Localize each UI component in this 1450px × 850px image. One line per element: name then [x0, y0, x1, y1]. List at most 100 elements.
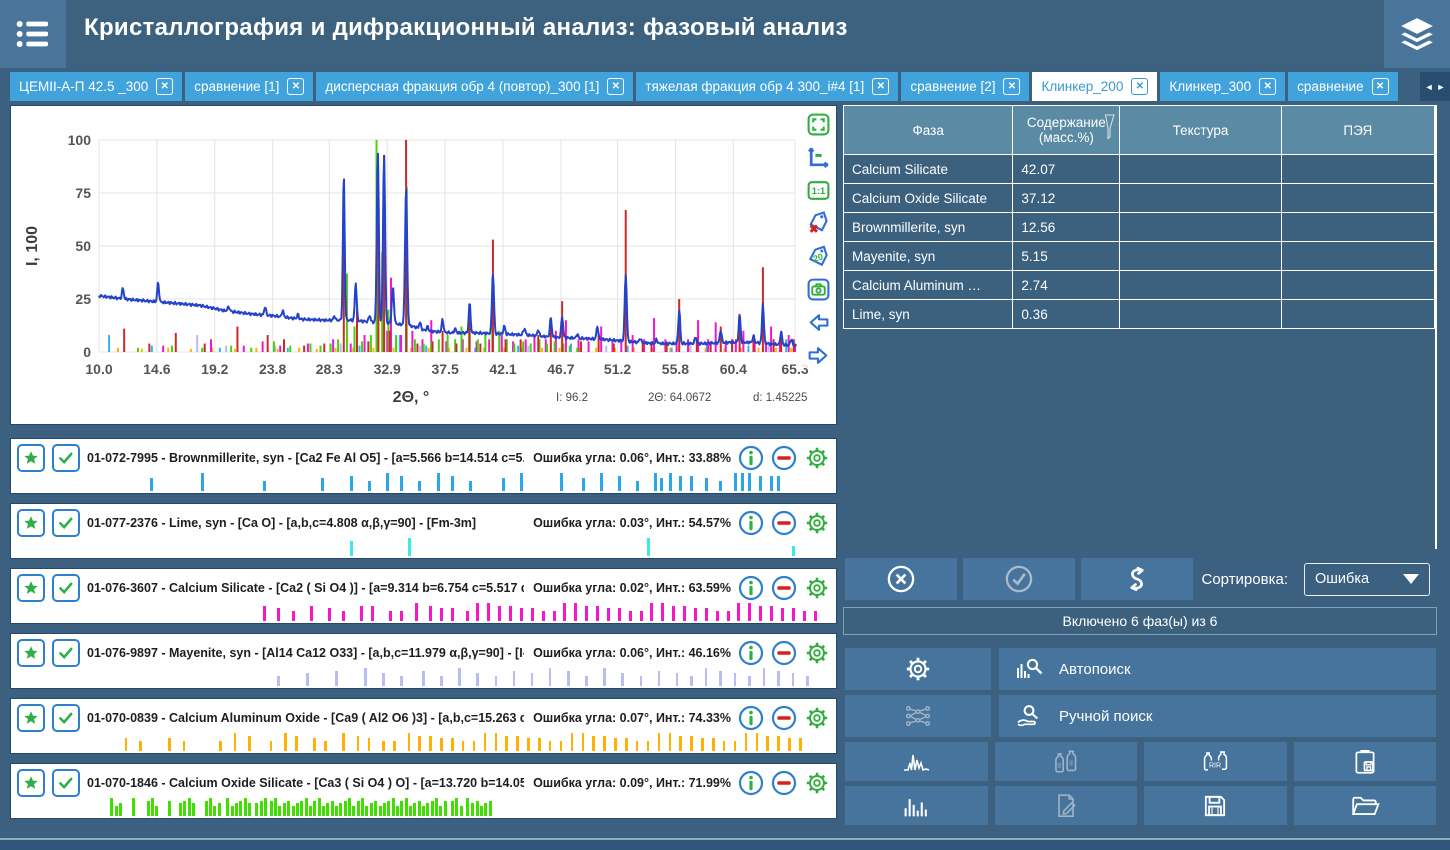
content-cell[interactable]: 12.56	[1013, 213, 1120, 242]
disable-all-phases-button[interactable]	[845, 558, 957, 600]
phase-settings-button[interactable]	[804, 510, 830, 536]
rir-analysis-button[interactable]: RIR	[1144, 742, 1287, 781]
phase-exclude-button[interactable]	[771, 640, 797, 666]
edit-report-button[interactable]	[995, 786, 1138, 825]
tab-close-icon[interactable]: ✕	[1131, 78, 1148, 95]
phase-favorite-button[interactable]	[17, 574, 45, 602]
texture-cell[interactable]	[1120, 213, 1281, 242]
phase-exclude-button[interactable]	[771, 510, 797, 536]
manual-search-button[interactable]: Ручной поиск	[999, 695, 1436, 737]
enable-all-phases-button[interactable]	[963, 558, 1075, 600]
column-header-4[interactable]: ПЭЯ	[1281, 106, 1434, 155]
quantitative-analysis-button[interactable]: gg	[995, 742, 1138, 781]
tab-close-icon[interactable]: ✕	[607, 78, 624, 95]
arrow-left-button[interactable]	[805, 309, 831, 335]
phase-name-cell[interactable]: Brownmillerite, syn	[844, 213, 1013, 242]
texture-cell[interactable]	[1120, 271, 1281, 300]
tag-20-button[interactable]: 20	[805, 243, 831, 269]
phase-name-cell[interactable]: Mayenite, syn	[844, 242, 1013, 271]
phase-info-button[interactable]	[738, 705, 764, 731]
arrow-right-button[interactable]	[805, 342, 831, 368]
fit-screen-button[interactable]	[805, 111, 831, 137]
texture-cell[interactable]	[1120, 155, 1281, 184]
sort-select[interactable]: Ошибка	[1304, 563, 1430, 596]
invert-phases-button[interactable]	[1081, 558, 1193, 600]
camera-button[interactable]	[805, 276, 831, 302]
phase-favorite-button[interactable]	[17, 509, 45, 537]
content-cell[interactable]: 5.15	[1013, 242, 1120, 271]
phase-settings-button[interactable]	[804, 705, 830, 731]
phase-enabled-checkbox[interactable]	[52, 444, 80, 472]
tab-5[interactable]: сравнение [2]✕	[901, 72, 1029, 101]
unit-cell-cell[interactable]	[1281, 213, 1434, 242]
column-header-1[interactable]: Фаза	[844, 106, 1013, 155]
phase-info-button[interactable]	[738, 770, 764, 796]
tag-remove-button[interactable]	[805, 210, 831, 236]
autosearch-button[interactable]: Автопоиск	[999, 648, 1436, 690]
phase-exclude-button[interactable]	[771, 575, 797, 601]
phase-info-button[interactable]	[738, 510, 764, 536]
phase-favorite-button[interactable]	[17, 639, 45, 667]
open-button[interactable]	[1294, 786, 1437, 825]
content-cell[interactable]: 42.07	[1013, 155, 1120, 184]
tab-3[interactable]: дисперсная фракция обр 4 (повтор)_300 [1…	[316, 72, 633, 101]
content-cell[interactable]: 37.12	[1013, 184, 1120, 213]
phase-settings-button[interactable]	[804, 445, 830, 471]
phase-name-cell[interactable]: Calcium Oxide Silicate	[844, 184, 1013, 213]
copy-report-button[interactable]	[1294, 742, 1437, 781]
layers-button[interactable]	[1384, 0, 1450, 68]
texture-cell[interactable]	[1120, 184, 1281, 213]
phase-info-button[interactable]	[738, 575, 764, 601]
texture-cell[interactable]	[1120, 242, 1281, 271]
tab-close-icon[interactable]: ✕	[1259, 78, 1276, 95]
column-header-3[interactable]: Текстура	[1120, 106, 1281, 155]
tab-close-icon[interactable]: ✕	[1003, 78, 1020, 95]
tab-close-icon[interactable]: ✕	[1372, 78, 1389, 95]
content-cell[interactable]: 2.74	[1013, 271, 1120, 300]
phase-settings-button[interactable]	[804, 770, 830, 796]
tab-scroll-right-icon[interactable]: ►	[1437, 82, 1446, 92]
unit-cell-cell[interactable]	[1281, 184, 1434, 213]
unit-cell-cell[interactable]	[1281, 242, 1434, 271]
phase-info-button[interactable]	[738, 445, 764, 471]
neural-search-button[interactable]	[845, 695, 991, 737]
tab-8[interactable]: сравнение✕	[1288, 72, 1397, 101]
one-to-one-button[interactable]: 1:1	[805, 177, 831, 203]
phase-exclude-button[interactable]	[771, 445, 797, 471]
axes-button[interactable]	[805, 144, 831, 170]
phase-name-cell[interactable]: Calcium Aluminum …	[844, 271, 1013, 300]
phase-exclude-button[interactable]	[771, 705, 797, 731]
phase-exclude-button[interactable]	[771, 770, 797, 796]
phase-enabled-checkbox[interactable]	[52, 704, 80, 732]
texture-cell[interactable]	[1120, 300, 1281, 329]
unit-cell-cell[interactable]	[1281, 300, 1434, 329]
tab-6-active[interactable]: Клинкер_200✕	[1032, 72, 1157, 101]
phase-enabled-checkbox[interactable]	[52, 574, 80, 602]
tab-close-icon[interactable]: ✕	[872, 78, 889, 95]
phase-enabled-checkbox[interactable]	[52, 509, 80, 537]
phase-enabled-checkbox[interactable]	[52, 769, 80, 797]
phase-favorite-button[interactable]	[17, 769, 45, 797]
unit-cell-cell[interactable]	[1281, 155, 1434, 184]
column-header-2[interactable]: Содержание (масс.%)	[1013, 106, 1120, 155]
phase-favorite-button[interactable]	[17, 704, 45, 732]
tab-1[interactable]: ЦЕМII-А-П 42.5 _300✕	[10, 72, 182, 101]
phase-enabled-checkbox[interactable]	[52, 639, 80, 667]
histogram-view-button[interactable]	[845, 786, 988, 825]
tab-close-icon[interactable]: ✕	[287, 78, 304, 95]
phase-favorite-button[interactable]	[17, 444, 45, 472]
tab-2[interactable]: сравнение [1]✕	[185, 72, 313, 101]
profile-view-button[interactable]	[845, 742, 988, 781]
phase-name-cell[interactable]: Lime, syn	[844, 300, 1013, 329]
phase-name-cell[interactable]: Calcium Silicate	[844, 155, 1013, 184]
phase-settings-button[interactable]	[804, 640, 830, 666]
phase-settings-button[interactable]	[804, 575, 830, 601]
diffraction-chart[interactable]: 100755025010.014.619.223.828.332.937.542…	[11, 106, 836, 424]
tab-close-icon[interactable]: ✕	[156, 78, 173, 95]
tab-scroll-left-icon[interactable]: ◄	[1425, 82, 1434, 92]
main-menu-button[interactable]	[0, 0, 66, 68]
tab-7[interactable]: Клинкер_300✕	[1160, 72, 1285, 101]
save-button[interactable]	[1144, 786, 1287, 825]
diffraction-chart-panel[interactable]: 100755025010.014.619.223.828.332.937.542…	[10, 105, 837, 425]
unit-cell-cell[interactable]	[1281, 271, 1434, 300]
